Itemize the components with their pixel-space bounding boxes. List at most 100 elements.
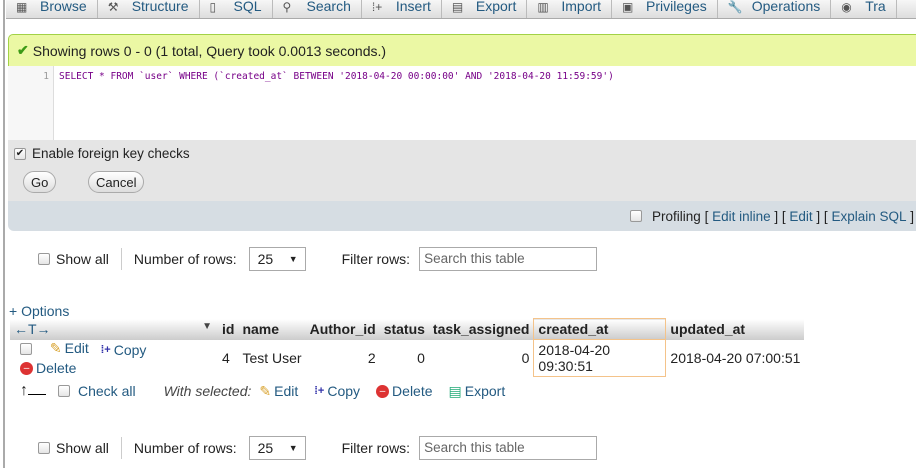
cell-name[interactable]: Test User [238, 340, 305, 377]
tab-label: Operations [751, 0, 821, 14]
export-icon: ▤ [448, 382, 462, 399]
filter-label: Filter rows: [341, 251, 411, 267]
tab-privileges[interactable]: ▣ Privileges [612, 0, 718, 18]
tab-label: Browse [40, 0, 87, 14]
tab-label: Structure [131, 0, 189, 14]
dropdown-icon: ▼ [288, 254, 298, 264]
tab-label: Export [475, 0, 517, 14]
tab-label: Import [561, 0, 602, 14]
privileges-icon: ▣ [622, 0, 634, 14]
dropdown-icon: ▼ [288, 443, 298, 453]
tab-label: Insert [395, 0, 431, 14]
line-number: 1 [8, 66, 54, 140]
cancel-button[interactable]: Cancel [88, 171, 145, 193]
copy-icon: ⁞+ [314, 385, 325, 397]
nav-bottom: Show all Number of rows: 25 ▼ Filter rows… [38, 436, 598, 460]
nav-top: Show all Number of rows: 25 ▼ Filter rows… [38, 247, 598, 271]
cell-status[interactable]: 0 [380, 340, 429, 377]
go-button[interactable]: Go [23, 171, 57, 193]
fk-label: Enable foreign key checks [32, 146, 190, 161]
sql-editor[interactable]: 1 SELECT * FROM `user` WHERE (`created_a… [8, 66, 916, 140]
show-all-label: Show all [56, 251, 109, 267]
row-copy-button[interactable]: ⁞+ Copy [101, 342, 147, 358]
col-updated-at[interactable]: updated_at [665, 318, 805, 340]
rows-select[interactable]: 25 ▼ [248, 247, 306, 271]
fk-checkbox[interactable]: ✔ [14, 147, 26, 160]
results-table: ←T→ ▼ id name Author_id status task_assig… [10, 318, 805, 377]
filter-input[interactable]: Search this table [419, 247, 598, 271]
tab-search[interactable]: ⚲ Search [273, 0, 362, 18]
bulk-actions: ↑ Check all With selected: ✎ Edit ⁞+ Copy … [20, 382, 513, 400]
table-row: ✎ Edit ⁞+ Copy – Delete 4 Test User 2 0 0 2… [10, 339, 805, 377]
row-delete-button[interactable]: – Delete [20, 360, 76, 376]
query-options: ✔ Enable foreign key checks Go Cancel [8, 140, 916, 201]
bulk-copy-button[interactable]: ⁞+ Copy [314, 383, 360, 399]
tab-label: SQL [233, 0, 262, 14]
cell-created-at[interactable]: 2018-04-20 09:30:51 [533, 339, 667, 377]
rows-label: Number of rows: [133, 251, 237, 267]
explain-sql-link[interactable]: Explain SQL [831, 209, 906, 224]
col-id[interactable]: id [218, 318, 239, 340]
pencil-icon: ✎ [49, 339, 62, 356]
delete-icon: – [376, 384, 390, 398]
tab-export[interactable]: ▤ Export [442, 0, 528, 18]
sql-icon: ▯ [209, 0, 217, 14]
tab-browse[interactable]: ▦ Browse [6, 0, 98, 18]
row-checkbox[interactable] [20, 342, 32, 355]
col-task-assigned[interactable]: task_assigned [428, 318, 534, 340]
col-created-at[interactable]: created_at [533, 318, 667, 340]
header-row: ←T→ ▼ id name Author_id status task_assig… [10, 318, 805, 340]
column-resize-handle[interactable]: ←T→ ▼ [10, 318, 218, 340]
rows-select-bottom[interactable]: 25 ▼ [248, 436, 306, 460]
tab-insert[interactable]: ⁞+ Insert [362, 0, 442, 18]
insert-icon: ⁞+ [371, 0, 383, 14]
cell-updated-at[interactable]: 2018-04-20 07:00:51 [666, 340, 805, 377]
browse-icon: ▦ [16, 0, 28, 14]
filter-label: Filter rows: [341, 440, 411, 456]
tab-structure[interactable]: ⚒ Structure [98, 0, 200, 18]
pencil-icon: ✎ [259, 382, 272, 399]
rows-label: Number of rows: [133, 440, 237, 456]
edit-inline-link[interactable]: Edit inline [712, 209, 771, 224]
tab-label: Privileges [646, 0, 707, 14]
import-icon: ▥ [537, 0, 549, 14]
filter-input-bottom[interactable]: Search this table [419, 436, 598, 460]
left-border [3, 0, 5, 468]
tab-operations[interactable]: 🔧 Operations [718, 0, 832, 18]
profiling-bar: Profiling [ Edit inline ] [ Edit ] [ Exp… [8, 201, 916, 231]
structure-icon: ⚒ [107, 0, 119, 14]
check-all-label[interactable]: Check all [78, 383, 136, 399]
options-toggle[interactable]: + Options [9, 303, 69, 319]
col-author-id[interactable]: Author_id [305, 318, 380, 340]
tab-sql[interactable]: ▯ SQL [200, 0, 273, 18]
check-all-checkbox[interactable] [58, 385, 70, 397]
export-icon: ▤ [451, 0, 464, 14]
tab-label: Tra [865, 0, 886, 14]
row-edit-button[interactable]: ✎ Edit [50, 340, 89, 357]
search-icon: ⚲ [282, 0, 292, 14]
tab-tra[interactable]: ◉ Tra [831, 0, 897, 18]
bulk-export-button[interactable]: ▤ Export [449, 383, 506, 400]
col-name[interactable]: name [238, 318, 306, 340]
tab-import[interactable]: ▥ Import [527, 0, 613, 18]
bulk-edit-button[interactable]: ✎ Edit [259, 383, 298, 400]
sql-query: SELECT * FROM `user` WHERE (`created_at`… [59, 71, 614, 82]
show-all-checkbox-bottom[interactable] [38, 442, 50, 454]
cell-id[interactable]: 4 [218, 340, 238, 377]
show-all-label: Show all [56, 440, 109, 456]
profiling-checkbox[interactable] [630, 210, 643, 222]
operations-icon: 🔧 [727, 0, 743, 14]
delete-icon: – [20, 361, 33, 375]
edit-link[interactable]: Edit [789, 209, 812, 224]
success-message: ✔ Showing rows 0 - 0 (1 total, Query too… [8, 34, 916, 66]
tab-bar: ▦ Browse ⚒ Structure ▯ SQL ⚲ Search ⁞+ Insert ▤ Exp… [6, 0, 916, 19]
cell-task-assigned[interactable]: 0 [429, 340, 534, 377]
show-all-checkbox[interactable] [38, 253, 50, 265]
arrow-up-icon: ↑ [20, 382, 50, 400]
cell-author-id[interactable]: 2 [306, 340, 380, 377]
with-selected-label: With selected: [163, 383, 252, 399]
col-status[interactable]: status [379, 318, 429, 340]
copy-icon: ⁞+ [100, 343, 111, 356]
bulk-delete-button[interactable]: – Delete [376, 383, 433, 399]
sort-dropdown-icon: ▼ [202, 321, 212, 332]
